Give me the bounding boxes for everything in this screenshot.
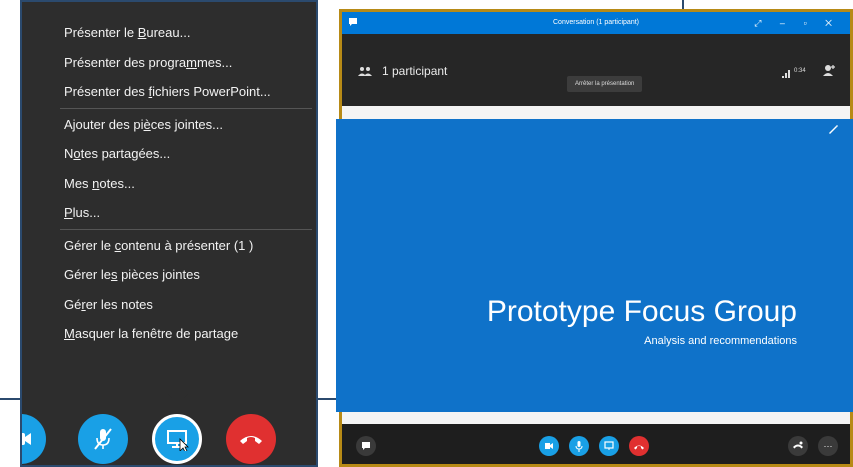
call-duration: 0:34 [794,68,806,74]
menu-separator [60,228,312,230]
more-options-button[interactable]: ··· [818,436,838,456]
menu-item-present-desktop[interactable]: Présenter le Bureau... [22,18,316,48]
call-controls-button[interactable] [788,436,808,456]
video-camera-icon [545,443,553,449]
menu-separator [60,107,312,109]
microphone-icon [575,440,583,452]
menu-item-more[interactable]: Plus... [22,198,316,228]
hang-up-button[interactable] [629,436,649,456]
menu-item-present-powerpoint[interactable]: Présenter des fichiers PowerPoint... [22,77,316,107]
add-participant-icon[interactable] [822,64,836,76]
slide-subtitle: Analysis and recommendations [644,335,797,347]
window-controls[interactable]: ⤢ – ▫ ✕ [754,12,840,34]
hang-up-button[interactable] [226,414,276,464]
participant-count: 1 participant [382,64,448,78]
menu-item-manage-attachments[interactable]: Gérer les pièces jointes [22,260,316,290]
slide-title: Prototype Focus Group [486,295,797,328]
presentation-slide[interactable]: Prototype Focus Group Analysis and recom… [336,119,853,412]
present-button[interactable] [599,436,619,456]
chat-button[interactable] [356,436,376,456]
title-bar: Conversation (1 participant) ⤢ – ▫ ✕ [342,12,850,34]
hang-up-icon [240,436,262,444]
window-title: Conversation (1 participant) [553,19,639,26]
chat-icon [362,442,370,450]
share-panel-zoom: Présenter le Bureau... Présenter des pro… [20,0,318,467]
app-logo-icon [349,18,357,26]
menu-item-manage-notes[interactable]: Gérer les notes [22,290,316,320]
conversation-controls: ··· [342,424,850,464]
stop-presenting-tooltip[interactable]: Arrêter la présentation [567,76,643,92]
present-screen-icon [167,430,189,451]
menu-item-manage-content[interactable]: Gérer le contenu à présenter (1 ) [22,231,316,261]
participants-icon[interactable] [358,66,372,76]
mic-button[interactable] [569,436,589,456]
video-camera-icon [22,433,31,445]
signal-strength-icon [782,70,790,78]
menu-item-present-programs[interactable]: Présenter des programmes... [22,48,316,78]
present-screen-icon [604,441,614,450]
mute-button[interactable] [78,414,128,464]
hang-up-icon [634,445,644,449]
present-button[interactable] [152,414,202,464]
more-options-icon: ··· [823,440,833,451]
share-menu: Présenter le Bureau... Présenter des pro… [22,2,316,398]
microphone-muted-icon [94,428,112,450]
callout-line [0,398,22,400]
conversation-header: 1 participant 0:34 [342,34,850,106]
menu-item-my-notes[interactable]: Mes notes... [22,169,316,199]
pen-annotation-icon[interactable] [827,123,839,135]
video-button[interactable] [539,436,559,456]
callout-line [316,398,338,400]
menu-item-add-attachments[interactable]: Ajouter des pièces jointes... [22,110,316,140]
menu-item-hide-sharing-window[interactable]: Masquer la fenêtre de partage [22,319,316,349]
menu-item-shared-notes[interactable]: Notes partagées... [22,139,316,169]
call-controls-icon [793,441,803,449]
